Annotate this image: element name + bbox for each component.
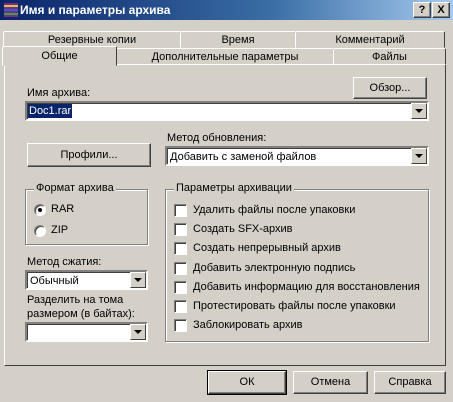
update-method-value: Добавить с заменой файлов [170, 151, 317, 163]
split-label-line2: размером (в байтах): [27, 308, 135, 320]
radio-zip-label[interactable]: ZIP [51, 224, 68, 236]
tab-time[interactable]: Время [180, 31, 296, 48]
chevron-down-icon [415, 154, 423, 158]
window-title: Имя и параметры архива [20, 3, 171, 17]
help-title-button[interactable]: ? [413, 2, 431, 18]
close-button[interactable]: X [432, 2, 450, 18]
chevron-down-icon [415, 109, 423, 113]
checkbox-lock-label[interactable]: Заблокировать архив [193, 319, 302, 331]
archive-dialog: Имя и параметры архива ? X Резервные коп… [0, 0, 453, 402]
update-method-select[interactable]: Добавить с заменой файлов [165, 146, 429, 166]
compression-value: Обычный [30, 275, 79, 287]
chevron-down-icon [134, 330, 142, 334]
checkbox-signature[interactable] [174, 262, 187, 275]
archive-format-group [25, 189, 148, 245]
split-size-combobox[interactable] [25, 322, 148, 342]
checkbox-sfx[interactable] [174, 223, 187, 236]
tab-comment[interactable]: Комментарий [295, 31, 445, 48]
help-button[interactable]: Справка [374, 371, 446, 394]
checkbox-lock[interactable] [174, 319, 187, 332]
split-size-dropdown-button[interactable] [130, 324, 146, 340]
chevron-down-icon [134, 278, 142, 282]
compression-select[interactable]: Обычный [25, 270, 148, 290]
title-bar[interactable]: Имя и параметры архива ? X [0, 0, 453, 20]
cancel-button[interactable]: Отмена [293, 371, 368, 394]
tab-files[interactable]: Файлы [333, 48, 446, 65]
checkbox-test[interactable] [174, 300, 187, 313]
checkbox-test-label[interactable]: Протестировать файлы после упаковки [193, 300, 396, 312]
update-method-label: Метод обновления: [167, 132, 267, 144]
compression-label: Метод сжатия: [27, 256, 102, 268]
checkbox-solid[interactable] [174, 242, 187, 255]
archive-options-title: Параметры архивации [174, 182, 294, 194]
radio-rar-label[interactable]: RAR [51, 203, 74, 215]
compression-dropdown-button[interactable] [130, 272, 146, 288]
tab-advanced[interactable]: Дополнительные параметры [116, 48, 334, 65]
browse-button[interactable]: Обзор... [353, 77, 427, 99]
ok-button[interactable]: ОК [207, 370, 287, 395]
checkbox-delete-after-label[interactable]: Удалить файлы после упаковки [193, 204, 355, 216]
profiles-button[interactable]: Профили... [27, 143, 151, 167]
radio-rar[interactable] [34, 204, 46, 216]
winrar-icon [4, 3, 18, 17]
checkbox-sfx-label[interactable]: Создать SFX-архив [193, 223, 293, 235]
checkbox-solid-label[interactable]: Создать непрерывный архив [193, 242, 341, 254]
archive-name-dropdown-button[interactable] [411, 103, 427, 119]
archive-name-combobox[interactable]: Doc1.rar [25, 101, 429, 121]
archive-name-value[interactable]: Doc1.rar [28, 104, 73, 118]
update-method-dropdown-button[interactable] [411, 148, 427, 164]
checkbox-recovery[interactable] [174, 281, 187, 294]
checkbox-recovery-label[interactable]: Добавить информацию для восстановления [193, 281, 420, 293]
split-label-line1: Разделить на тома [27, 294, 124, 306]
radio-zip[interactable] [34, 225, 46, 237]
checkbox-signature-label[interactable]: Добавить электронную подпись [193, 262, 355, 274]
archive-name-label: Имя архива: [27, 87, 91, 99]
archive-format-title: Формат архива [34, 182, 116, 194]
tab-general[interactable]: Общие [2, 46, 117, 66]
checkbox-delete-after[interactable] [174, 204, 187, 217]
active-tab-joint [5, 64, 115, 66]
